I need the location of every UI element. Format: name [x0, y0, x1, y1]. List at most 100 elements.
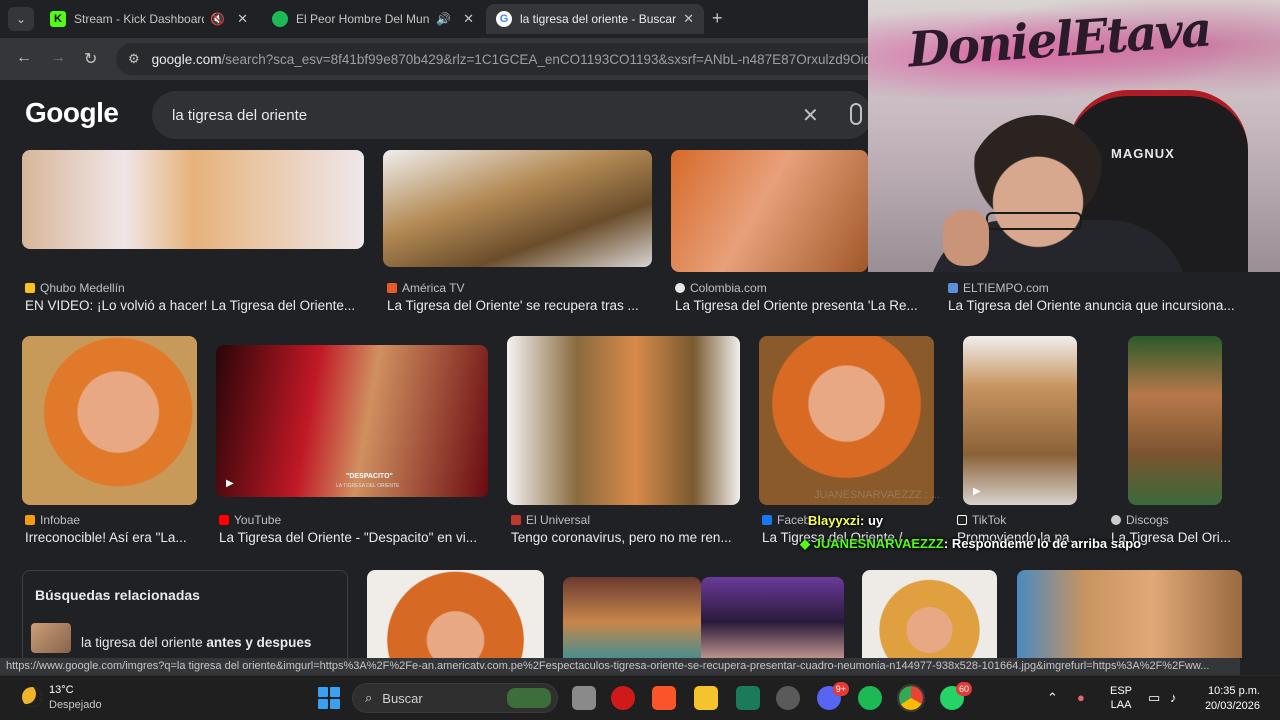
windows-start-icon[interactable]	[318, 687, 340, 709]
new-tab-plus-icon[interactable]: +	[712, 8, 723, 29]
chat-text: : uy	[860, 513, 884, 528]
back-arrow-icon[interactable]: ←	[16, 49, 32, 67]
result-source: YouTube	[219, 513, 281, 527]
result-image[interactable]	[383, 150, 652, 267]
opera-icon[interactable]	[611, 686, 635, 710]
close-tab-icon[interactable]: ✕	[237, 11, 248, 27]
task-view-icon[interactable]	[572, 686, 596, 710]
reload-icon[interactable]: ↻	[84, 49, 97, 69]
microphone-icon[interactable]	[850, 103, 862, 125]
search-input[interactable]	[172, 106, 772, 124]
discord-icon[interactable]: 9+	[817, 682, 849, 710]
glasses	[986, 212, 1082, 230]
play-icon: ▶	[973, 486, 981, 497]
chat-username: JUANESNARVAEZZZ	[813, 536, 944, 551]
result-source: Infobae	[25, 513, 80, 527]
source-name: Colombia.com	[690, 281, 767, 295]
close-tab-icon[interactable]: ✕	[463, 11, 474, 27]
result-source: América TV	[387, 281, 464, 295]
spotify-icon[interactable]	[858, 686, 882, 710]
result-source: El Universal	[511, 513, 590, 527]
result-title[interactable]: La Tigresa del Oriente anuncia que incur…	[948, 298, 1240, 313]
video-overlay-subtitle: LA TIGRESA DEL ORIENTE	[336, 483, 400, 489]
link-status-bar: https://www.google.com/imgres?q=la tigre…	[0, 658, 1240, 675]
result-source: Facebook	[762, 513, 810, 527]
related-item-bold-text: antes y despues	[206, 635, 312, 650]
result-title[interactable]: Tengo coronavirus, pero no me ren...	[511, 530, 739, 545]
muted-speaker-icon[interactable]: 🔇	[210, 12, 225, 26]
network-icon[interactable]: ▭	[1148, 690, 1160, 706]
result-title[interactable]: EN VIDEO: ¡Lo volvió a hacer! La Tigresa…	[25, 298, 365, 313]
tab-title: la tigresa del oriente - Buscar c	[520, 12, 678, 26]
tab-title: Stream - Kick Dashboard	[74, 12, 205, 26]
taskbar-search[interactable]: ⌕ Buscar	[352, 683, 558, 713]
result-image[interactable]	[862, 570, 997, 658]
whatsapp-icon[interactable]: 60	[940, 682, 972, 710]
source-name: Infobae	[40, 513, 81, 527]
close-tab-icon[interactable]: ✕	[683, 11, 694, 27]
source-name: América TV	[402, 281, 465, 295]
address-bar[interactable]: ⚙ google.com /search?sca_esv=8f41bf99e87…	[116, 43, 896, 75]
app-icon[interactable]	[736, 686, 760, 710]
source-name: El Universal	[526, 513, 591, 527]
tab-search-chevron-icon[interactable]: ⌄	[8, 7, 34, 31]
clear-search-icon[interactable]: ✕	[802, 103, 819, 128]
volume-icon[interactable]: ♪	[1170, 690, 1177, 705]
result-source: Qhubo Medellín	[25, 281, 125, 295]
spotify-favicon-icon	[272, 11, 288, 27]
microphone-tray-icon[interactable]: ●	[1077, 690, 1085, 705]
source-name: YouTube	[234, 513, 282, 527]
result-image[interactable]	[701, 577, 844, 658]
screen: ⌄ K Stream - Kick Dashboard 🔇 ✕ El Peor …	[0, 0, 1280, 720]
result-source: ELTIEMPO.com	[948, 281, 1049, 295]
result-image[interactable]	[1128, 336, 1222, 505]
facebook-favicon-icon	[762, 515, 772, 525]
tab-spotify[interactable]: El Peor Hombre Del Mundo 🔊 ✕	[262, 4, 484, 34]
forward-arrow-icon[interactable]: →	[50, 49, 66, 67]
source-name: ELTIEMPO.com	[963, 281, 1049, 295]
result-image[interactable]	[563, 577, 701, 658]
result-title[interactable]: La Tigresa del Oriente' se recupera tras…	[387, 298, 652, 313]
result-image[interactable]	[1017, 570, 1242, 658]
result-title[interactable]: La Tigresa del Oriente - "Despacito" en …	[219, 530, 487, 545]
source-name: TikTok	[972, 513, 1007, 527]
show-hidden-icons-chevron-icon[interactable]: ⌃	[1047, 690, 1058, 706]
app-icon[interactable]	[776, 686, 800, 710]
search-box[interactable]: ✕	[152, 91, 872, 139]
result-source: TikTok	[957, 513, 1006, 527]
result-image[interactable]	[507, 336, 740, 505]
chat-message: ◆ JUANESNARVAEZZZ: Respondeme lo de arri…	[800, 536, 1141, 552]
tab-title: El Peor Hombre Del Mundo	[296, 12, 431, 26]
result-image[interactable]	[22, 150, 364, 249]
whatsapp-notification-badge: 60	[955, 682, 972, 696]
input-language[interactable]: ESP LAA	[1110, 684, 1132, 712]
weather-condition[interactable]: Despejado	[49, 699, 102, 711]
tiktok-favicon-icon	[957, 515, 967, 525]
result-image[interactable]	[367, 570, 544, 658]
chair-brand-label: MAGNUX	[1111, 146, 1175, 161]
google-favicon-icon: G	[496, 11, 512, 27]
chat-text: : Respondeme lo de arriba sapo	[943, 536, 1142, 551]
tab-google-search[interactable]: G la tigresa del oriente - Buscar c ✕	[486, 4, 704, 34]
related-search-item[interactable]: la tigresa del oriente antes y despues	[81, 635, 311, 650]
site-settings-icon[interactable]: ⚙	[128, 51, 140, 67]
clock-date: 20/03/2026	[1204, 700, 1260, 712]
result-title[interactable]: La Tigresa del Oriente presenta 'La Re..…	[675, 298, 925, 313]
audio-playing-icon[interactable]: 🔊	[436, 12, 451, 26]
google-logo[interactable]: Google	[25, 97, 119, 129]
result-video-thumbnail[interactable]: "DESPACITO" LA TIGRESA DEL ORIENTE ▶	[216, 345, 488, 497]
related-searches-heading: Búsquedas relacionadas	[35, 587, 200, 603]
result-image[interactable]	[671, 150, 868, 272]
file-explorer-icon[interactable]	[694, 686, 718, 710]
brave-icon[interactable]	[652, 686, 676, 710]
chrome-icon[interactable]	[897, 684, 925, 712]
result-image[interactable]	[759, 336, 934, 505]
result-video-thumbnail[interactable]: ▶	[963, 336, 1077, 505]
related-thumbnail[interactable]	[31, 623, 71, 653]
tab-kick-dashboard[interactable]: K Stream - Kick Dashboard 🔇 ✕	[40, 4, 258, 34]
result-title[interactable]: Irreconocible! Así era "La...	[25, 530, 200, 545]
system-clock[interactable]: 10:35 p.m. 20/03/2026	[1200, 684, 1260, 714]
result-image[interactable]	[22, 336, 197, 505]
weather-temperature[interactable]: 13°C	[49, 684, 74, 696]
moon-weather-icon[interactable]	[22, 687, 42, 707]
